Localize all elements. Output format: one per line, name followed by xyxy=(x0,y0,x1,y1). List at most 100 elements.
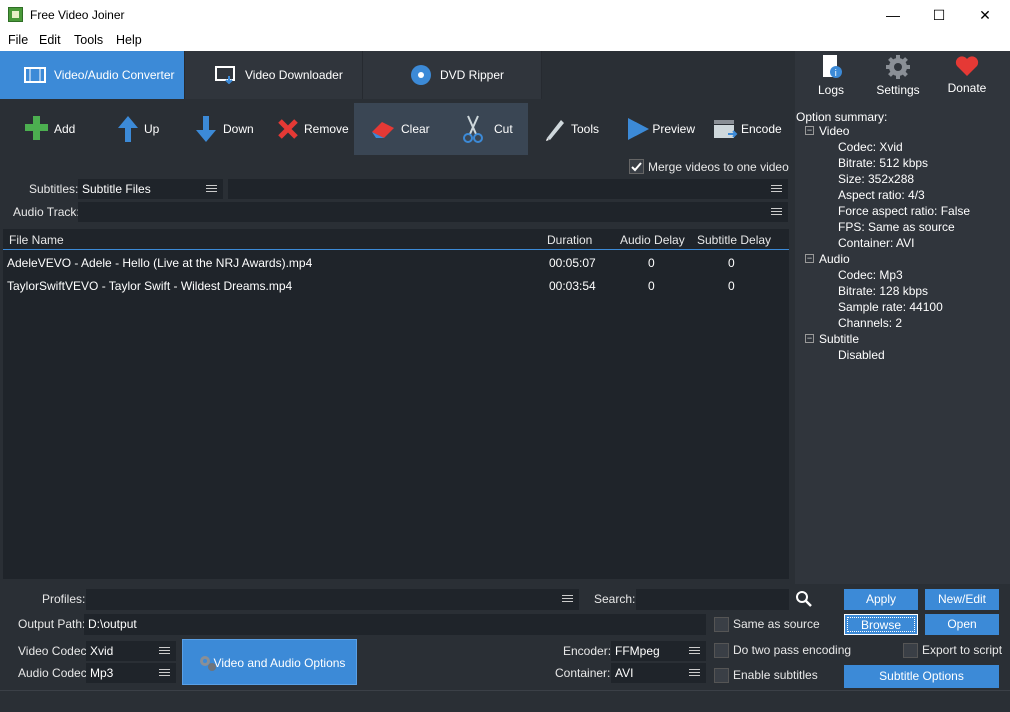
add-button[interactable]: Add xyxy=(24,103,88,155)
tab-video-downloader[interactable]: Video Downloader xyxy=(185,51,363,99)
enable-subtitles-label: Enable subtitles xyxy=(733,668,818,682)
container-select[interactable]: AVI xyxy=(611,663,706,683)
audio-delay-cell: 0 xyxy=(648,256,655,270)
arrow-down-icon xyxy=(196,116,216,142)
logs-button[interactable]: i Logs xyxy=(812,54,850,100)
output-path-input[interactable]: D:\output xyxy=(84,614,706,635)
collapse-icon[interactable]: − xyxy=(805,254,814,263)
container-label: Container: xyxy=(555,666,611,680)
video-codec-select[interactable]: Xvid xyxy=(86,641,176,661)
column-file-name[interactable]: File Name xyxy=(9,233,64,247)
download-film-icon xyxy=(215,66,235,84)
down-button[interactable]: Down xyxy=(194,103,264,155)
maximize-button[interactable]: ☐ xyxy=(916,0,962,31)
tab-label: Video/Audio Converter xyxy=(54,68,175,82)
same-as-source-label: Same as source xyxy=(733,617,820,631)
up-button[interactable]: Up xyxy=(116,103,176,155)
new-edit-button[interactable]: New/Edit xyxy=(925,589,999,610)
film-icon xyxy=(24,67,46,83)
video-audio-options-button[interactable]: Video and Audio Options xyxy=(182,639,357,685)
subtitle-file-select[interactable] xyxy=(228,179,788,199)
menu-icon xyxy=(771,208,782,215)
enable-subtitles-checkbox[interactable] xyxy=(714,668,729,683)
remove-button[interactable]: Remove xyxy=(277,103,349,155)
minimize-button[interactable]: — xyxy=(870,0,916,31)
arrow-up-icon xyxy=(118,116,138,142)
donate-label: Donate xyxy=(947,81,987,95)
column-duration[interactable]: Duration xyxy=(547,233,592,247)
cut-label: Cut xyxy=(494,122,513,136)
cut-button[interactable]: Cut xyxy=(441,103,528,155)
scissors-icon xyxy=(463,115,483,143)
encoder-select[interactable]: FFMpeg xyxy=(611,641,706,661)
check-icon xyxy=(631,162,642,172)
gear-icon xyxy=(886,55,910,79)
status-bar xyxy=(0,690,1010,712)
export-script-checkbox[interactable] xyxy=(903,643,918,658)
menu-bar: File Edit Tools Help xyxy=(0,31,1010,51)
tools-button[interactable]: Tools xyxy=(543,103,613,155)
audio-delay-cell: 0 xyxy=(648,279,655,293)
tree-audio[interactable]: Audio xyxy=(819,252,850,266)
tree-item: Container: AVI xyxy=(838,236,915,250)
window-title: Free Video Joiner xyxy=(30,8,125,22)
donate-button[interactable]: Donate xyxy=(942,54,992,100)
tab-dvd-ripper[interactable]: DVD Ripper xyxy=(363,51,542,99)
search-label: Search: xyxy=(594,592,636,606)
audio-track-label: Audio Track: xyxy=(13,205,80,219)
encode-button[interactable]: Encode xyxy=(712,103,782,155)
collapse-icon[interactable]: − xyxy=(805,334,814,343)
menu-help[interactable]: Help xyxy=(116,33,142,47)
profiles-select[interactable] xyxy=(86,589,579,610)
table-row[interactable]: AdeleVEVO - Adele - Hello (Live at the N… xyxy=(3,253,789,273)
menu-file[interactable]: File xyxy=(8,33,28,47)
menu-icon xyxy=(159,647,170,654)
settings-label: Settings xyxy=(876,83,920,97)
subtitle-options-button[interactable]: Subtitle Options xyxy=(844,665,999,688)
menu-icon xyxy=(689,669,700,676)
clear-button[interactable]: Clear xyxy=(354,103,441,155)
audio-codec-select[interactable]: Mp3 xyxy=(86,663,176,683)
merge-checkbox[interactable] xyxy=(629,159,644,174)
up-label: Up xyxy=(144,122,160,136)
column-subtitle-delay[interactable]: Subtitle Delay xyxy=(697,233,771,247)
subtitles-select[interactable]: Subtitle Files xyxy=(78,179,223,199)
dvd-icon xyxy=(411,65,431,85)
tree-item: Channels: 2 xyxy=(838,316,903,330)
apply-button[interactable]: Apply xyxy=(844,589,918,610)
container-value: AVI xyxy=(615,666,634,680)
video-codec-value: Xvid xyxy=(90,644,114,658)
logs-label: Logs xyxy=(817,83,845,97)
preview-button[interactable]: Preview xyxy=(625,103,695,155)
heart-icon xyxy=(955,56,979,76)
two-pass-checkbox[interactable] xyxy=(714,643,729,658)
search-input[interactable] xyxy=(636,589,789,610)
logs-icon: i xyxy=(823,55,842,79)
tab-label: DVD Ripper xyxy=(440,68,505,82)
close-button[interactable]: ✕ xyxy=(962,0,1008,31)
browse-button[interactable]: Browse xyxy=(844,614,918,635)
tree-item: Force aspect ratio: False xyxy=(838,204,971,218)
encoder-value: FFMpeg xyxy=(615,644,660,658)
menu-edit[interactable]: Edit xyxy=(39,33,61,47)
tree-video[interactable]: Video xyxy=(819,124,849,138)
search-icon[interactable] xyxy=(795,590,813,608)
table-row[interactable]: TaylorSwiftVEVO - Taylor Swift - Wildest… xyxy=(3,276,789,296)
column-audio-delay[interactable]: Audio Delay xyxy=(620,233,685,247)
same-as-source-checkbox[interactable] xyxy=(714,617,729,632)
audio-codec-label: Audio Codec: xyxy=(18,666,91,680)
play-icon xyxy=(628,118,649,140)
open-button[interactable]: Open xyxy=(925,614,999,635)
menu-tools[interactable]: Tools xyxy=(74,33,103,47)
svg-text:i: i xyxy=(835,69,838,79)
collapse-icon[interactable]: − xyxy=(805,126,814,135)
add-label: Add xyxy=(54,122,76,136)
audio-track-select[interactable] xyxy=(78,202,788,222)
clear-label: Clear xyxy=(401,122,430,136)
tab-video-audio-converter[interactable]: Video/Audio Converter xyxy=(0,51,185,99)
tree-subtitle[interactable]: Subtitle xyxy=(819,332,859,346)
tools-label: Tools xyxy=(571,122,600,136)
tree-item: FPS: Same as source xyxy=(838,220,955,234)
clapperboard-icon xyxy=(714,120,738,138)
settings-button[interactable]: Settings xyxy=(872,54,924,100)
